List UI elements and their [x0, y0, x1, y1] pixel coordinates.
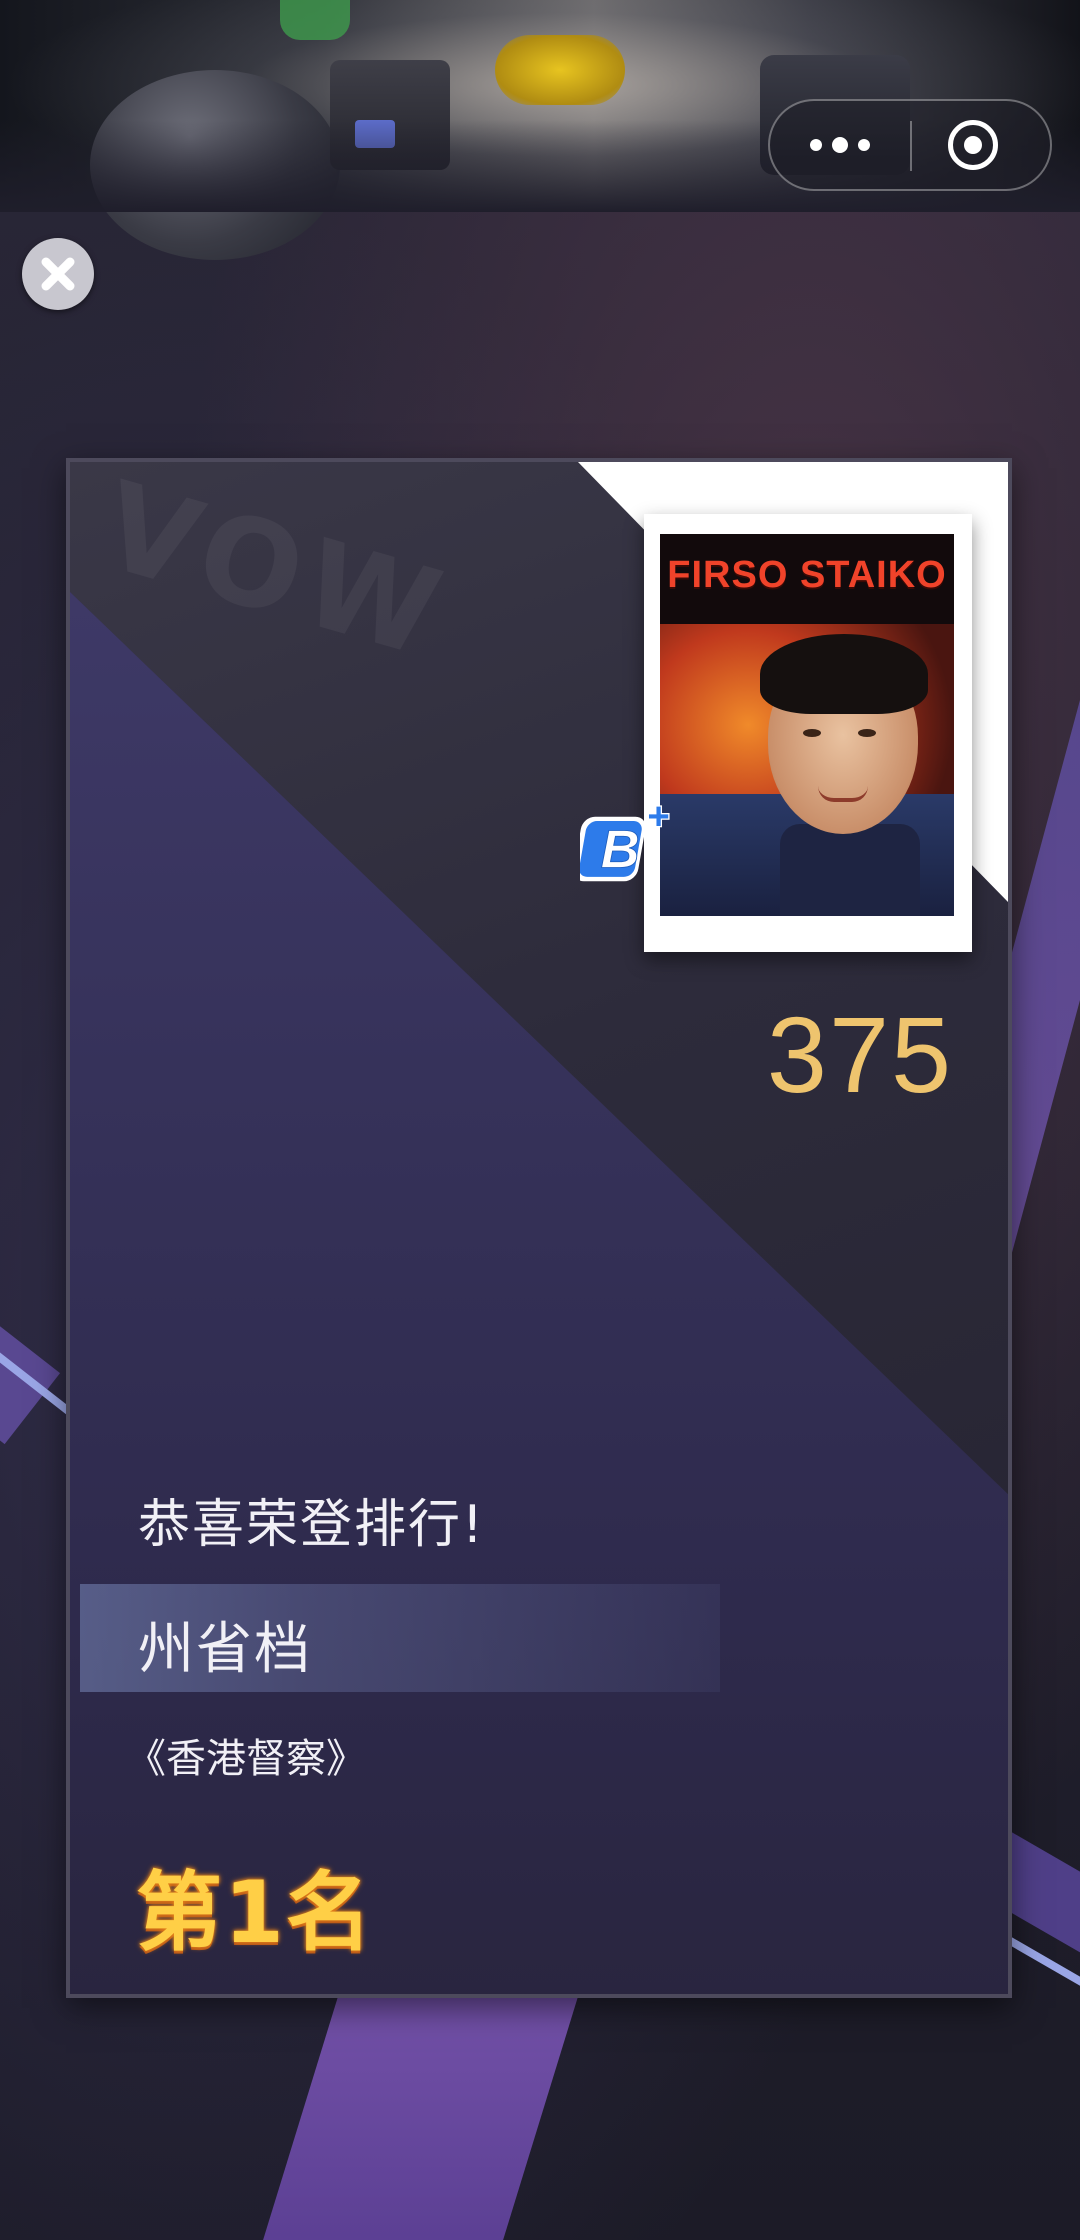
scene-object: [495, 35, 625, 105]
scene-object: [280, 0, 350, 40]
decor-stripe: [260, 1990, 580, 2240]
miniprogram-capsule: [768, 99, 1052, 191]
poster-figure: [803, 729, 821, 737]
poster-image: FIRSO STAIKO: [660, 534, 954, 916]
score-value: 375: [766, 994, 954, 1115]
tier-label: 州省档: [138, 1617, 312, 1682]
close-button[interactable]: [22, 238, 94, 310]
grade-plus: +: [647, 795, 669, 838]
capsule-divider: [910, 121, 912, 171]
card-watermark: VOW: [87, 458, 462, 687]
movie-poster: FIRSO STAIKO: [644, 514, 972, 952]
target-circle-icon[interactable]: [948, 120, 998, 170]
poster-figure: [858, 729, 876, 737]
tier-banner: 州省档: [80, 1584, 720, 1692]
close-x-icon: [41, 257, 75, 291]
result-screen: VOW FIRSO STAIKO B + 375 恭喜荣登排行! 州省档 《香港…: [0, 0, 1080, 2240]
poster-figure: [760, 634, 928, 714]
movie-title: 《香港督察》: [126, 1736, 366, 1782]
congrats-text: 恭喜荣登排行!: [138, 1495, 485, 1555]
rank-text: 第1名: [136, 1863, 374, 1963]
poster-figure: [780, 824, 920, 916]
poster-title: FIRSO STAIKO: [667, 554, 947, 596]
decor-stripe: [1010, 700, 1080, 1260]
ranking-result-card: VOW FIRSO STAIKO B + 375 恭喜荣登排行! 州省档 《香港…: [66, 458, 1012, 1998]
more-dots-icon[interactable]: [800, 125, 880, 165]
grade-badge-icon: B +: [580, 794, 671, 882]
grade-letter: B: [601, 819, 640, 879]
